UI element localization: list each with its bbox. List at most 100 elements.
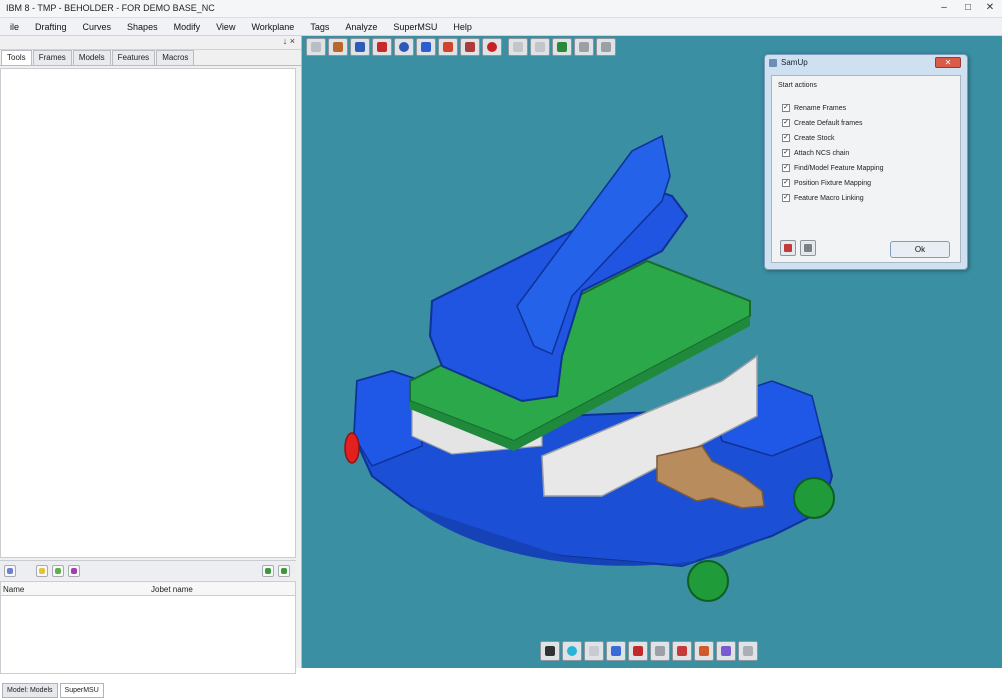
menu-workplane[interactable]: Workplane	[243, 22, 302, 32]
folder-icon	[39, 568, 45, 574]
checkbox[interactable]: ✓	[782, 179, 790, 187]
option-feature-mapping[interactable]: ✓ Find/Model Feature Mapping	[782, 162, 884, 174]
list-header: Name Jobet name	[0, 581, 296, 596]
select-icon	[677, 646, 687, 656]
tool-button[interactable]	[52, 565, 64, 577]
3d-viewport[interactable]: SamUp ✕ Start actions ✓ Rename Frames ✓ Cr…	[302, 36, 1002, 668]
bottom-tabs: Model: Models SuperMSU	[0, 676, 302, 698]
minimize-button[interactable]: –	[932, 1, 956, 15]
knob-right	[793, 477, 835, 519]
expand-icon	[265, 568, 271, 574]
knob-left	[344, 432, 360, 464]
close-window-button[interactable]: ✕	[978, 1, 1002, 15]
bottom-tool-button[interactable]	[738, 641, 758, 661]
tab-macros[interactable]: Macros	[156, 50, 195, 65]
list-body[interactable]	[0, 596, 296, 674]
tab-supermsu[interactable]: SuperMSU	[59, 683, 104, 698]
grid-icon	[655, 646, 665, 656]
bottom-tool-button[interactable]	[628, 641, 648, 661]
tab-tools[interactable]: Tools	[1, 50, 32, 65]
pen-icon	[699, 646, 709, 656]
window-title: IBM 8 - TMP - BEHOLDER - FOR DEMO BASE_N…	[0, 0, 1002, 18]
menu-supermsu[interactable]: SuperMSU	[385, 22, 445, 32]
layer-icon	[721, 646, 731, 656]
paint-icon	[611, 646, 621, 656]
option-create-default-frames[interactable]: ✓ Create Default frames	[782, 117, 862, 129]
gem-icon	[71, 568, 77, 574]
bottom-tool-button[interactable]	[606, 641, 626, 661]
panel-pin-controls[interactable]: ↓ ×	[0, 36, 301, 50]
dialog-tool-button[interactable]	[800, 240, 816, 256]
dialog-tool-button[interactable]	[780, 240, 796, 256]
left-panel: ↓ × Tools Frames Models Features Macros …	[0, 36, 302, 698]
stop-icon	[545, 646, 555, 656]
ruler-icon	[743, 646, 753, 656]
option-create-stock[interactable]: ✓ Create Stock	[782, 132, 834, 144]
dialog-heading: Start actions	[778, 82, 817, 89]
checkbox[interactable]: ✓	[782, 134, 790, 142]
draw-icon	[589, 646, 599, 656]
checkbox[interactable]: ✓	[782, 104, 790, 112]
bottom-tool-button[interactable]	[562, 641, 582, 661]
edit-icon	[804, 244, 812, 252]
checkbox[interactable]: ✓	[782, 149, 790, 157]
menu-view[interactable]: View	[208, 22, 243, 32]
panel-tabs: Tools Frames Models Features Macros	[0, 50, 301, 66]
knob-front	[687, 560, 729, 602]
refresh-icon	[567, 646, 577, 656]
ok-button[interactable]: Ok	[890, 241, 950, 258]
dialog-body: Start actions ✓ Rename Frames ✓ Create Def…	[771, 75, 961, 263]
startup-dialog: SamUp ✕ Start actions ✓ Rename Frames ✓ Cr…	[764, 54, 968, 270]
wand-icon	[7, 568, 13, 574]
bottom-tool-button[interactable]	[694, 641, 714, 661]
option-label: Feature Macro Linking	[794, 194, 864, 202]
option-label: Attach NCS chain	[794, 149, 850, 157]
tab-models-bottom[interactable]: Model: Models	[2, 683, 58, 698]
option-label: Create Stock	[794, 134, 835, 142]
app-icon	[769, 59, 777, 67]
tree-view[interactable]	[0, 68, 296, 558]
tab-frames[interactable]: Frames	[32, 50, 72, 65]
tab-features[interactable]: Features	[111, 50, 156, 65]
menu-file[interactable]: ile	[2, 22, 27, 32]
option-position-fixture-mapping[interactable]: ✓ Position Fixture Mapping	[782, 177, 871, 189]
flag-icon	[784, 244, 792, 252]
menu-modify[interactable]: Modify	[166, 22, 209, 32]
tab-models[interactable]: Models	[72, 50, 111, 65]
tool-button[interactable]	[262, 565, 274, 577]
bottom-tool-button[interactable]	[584, 641, 604, 661]
dialog-titlebar[interactable]: SamUp ✕	[765, 55, 967, 71]
menu-analyze[interactable]: Analyze	[337, 22, 385, 32]
option-attach-ncs-chain[interactable]: ✓ Attach NCS chain	[782, 147, 849, 159]
tool-button[interactable]	[278, 565, 290, 577]
checkbox[interactable]: ✓	[782, 164, 790, 172]
option-rename-frames[interactable]: ✓ Rename Frames	[782, 102, 846, 114]
menu-tags[interactable]: Tags	[302, 22, 337, 32]
dialog-title: SamUp	[781, 58, 808, 67]
column-name[interactable]: Name	[3, 585, 24, 594]
option-label: Find/Model Feature Mapping	[794, 164, 884, 172]
bottom-tool-button[interactable]	[650, 641, 670, 661]
menu-drafting[interactable]: Drafting	[27, 22, 75, 32]
checkbox[interactable]: ✓	[782, 119, 790, 127]
panel-toolbar	[0, 560, 296, 580]
maximize-button[interactable]: □	[956, 1, 980, 15]
tool-button[interactable]	[36, 565, 48, 577]
option-feature-macro-linking[interactable]: ✓ Feature Macro Linking	[782, 192, 864, 204]
bottom-tool-button[interactable]	[672, 641, 692, 661]
option-label: Rename Frames	[794, 104, 847, 112]
menu-shapes[interactable]: Shapes	[119, 22, 166, 32]
menu-help[interactable]: Help	[445, 22, 480, 32]
bottom-tool-button[interactable]	[540, 641, 560, 661]
collapse-icon	[281, 568, 287, 574]
column-object-name[interactable]: Jobet name	[151, 585, 193, 594]
option-label: Position Fixture Mapping	[794, 179, 872, 187]
menu-curves[interactable]: Curves	[75, 22, 120, 32]
dialog-close-button[interactable]: ✕	[935, 57, 961, 68]
add-icon	[55, 568, 61, 574]
tool-button[interactable]	[4, 565, 16, 577]
checkbox[interactable]: ✓	[782, 194, 790, 202]
bottom-tool-button[interactable]	[716, 641, 736, 661]
menu-bar: ile Drafting Curves Shapes Modify View W…	[0, 18, 1002, 36]
tool-button[interactable]	[68, 565, 80, 577]
